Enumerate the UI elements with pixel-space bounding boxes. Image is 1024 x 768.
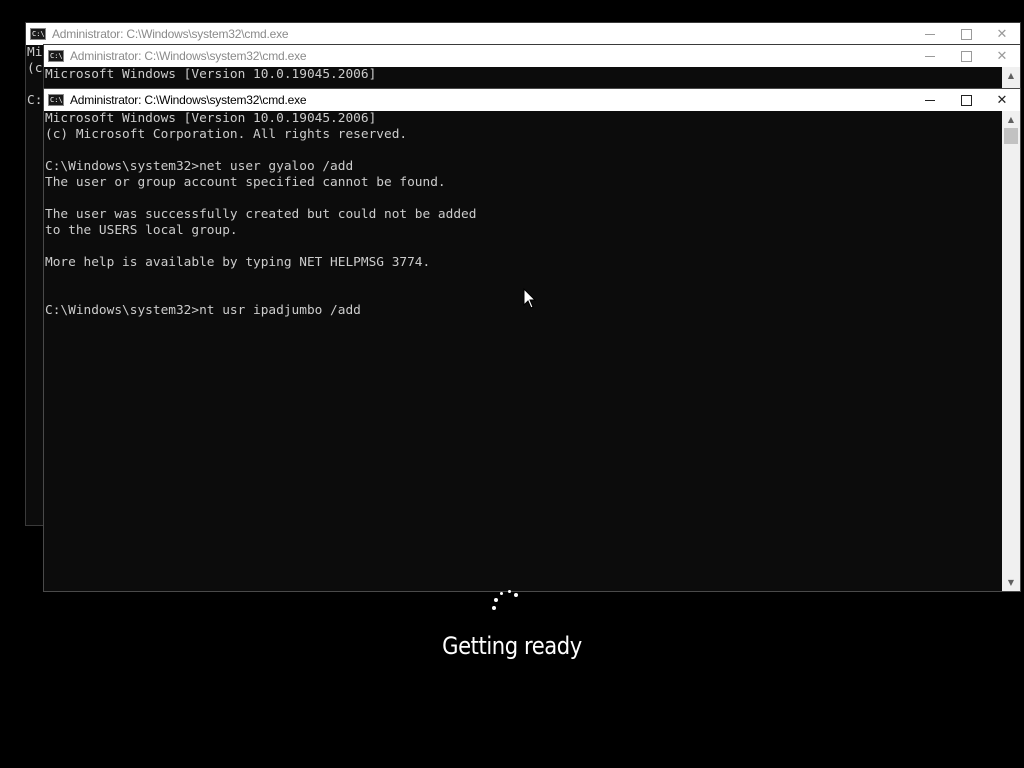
console-line: (c) Microsoft Corporation. All rights re… xyxy=(45,127,408,142)
maximize-button[interactable] xyxy=(948,23,984,45)
title-bar[interactable]: C:\ Administrator: C:\Windows\system32\c… xyxy=(44,89,1020,111)
minimize-icon xyxy=(925,55,935,57)
maximize-icon xyxy=(960,28,972,40)
close-button[interactable]: ✕ xyxy=(984,45,1020,67)
console-output[interactable]: Microsoft Windows [Version 10.0.19045.20… xyxy=(44,67,1002,89)
console-output[interactable]: Microsoft Windows [Version 10.0.19045.20… xyxy=(44,111,1002,591)
close-button[interactable]: ✕ xyxy=(984,89,1020,111)
window-title: Administrator: C:\Windows\system32\cmd.e… xyxy=(52,27,289,41)
cmd-app-icon: C:\ xyxy=(30,28,46,40)
console-line: C:\Windows\system32>net user gyaloo /add xyxy=(45,159,354,174)
vertical-scrollbar[interactable]: ▲ ▼ xyxy=(1002,111,1020,591)
vertical-scrollbar[interactable]: ▲ xyxy=(1002,67,1020,89)
title-bar[interactable]: C:\ Administrator: C:\Windows\system32\c… xyxy=(26,23,1020,45)
cmd-window-front[interactable]: C:\ Administrator: C:\Windows\system32\c… xyxy=(43,88,1021,592)
mouse-pointer-icon xyxy=(523,288,537,309)
title-bar[interactable]: C:\ Administrator: C:\Windows\system32\c… xyxy=(44,45,1020,67)
cmd-app-icon: C:\ xyxy=(48,50,64,62)
close-button[interactable]: ✕ xyxy=(984,23,1020,45)
minimize-button[interactable] xyxy=(912,45,948,67)
minimize-button[interactable] xyxy=(912,23,948,45)
maximize-button[interactable] xyxy=(948,45,984,67)
cmd-window-middle[interactable]: C:\ Administrator: C:\Windows\system32\c… xyxy=(43,44,1021,90)
console-line: The user was successfully created but co… xyxy=(45,207,477,222)
minimize-icon xyxy=(925,99,935,101)
minimize-button[interactable] xyxy=(912,89,948,111)
minimize-icon xyxy=(925,33,935,35)
setup-status-text: Getting ready xyxy=(442,632,582,660)
scroll-thumb[interactable] xyxy=(1004,128,1018,144)
scroll-up-button[interactable]: ▲ xyxy=(1002,111,1020,128)
window-title: Administrator: C:\Windows\system32\cmd.e… xyxy=(70,49,307,63)
scroll-up-button[interactable]: ▲ xyxy=(1002,67,1020,84)
console-line: Microsoft Windows [Version 10.0.19045.20… xyxy=(45,111,377,126)
cmd-app-icon: C:\ xyxy=(48,94,64,106)
close-icon: ✕ xyxy=(996,92,1008,108)
close-icon: ✕ xyxy=(996,26,1008,42)
window-title: Administrator: C:\Windows\system32\cmd.e… xyxy=(70,93,307,107)
console-line: The user or group account specified cann… xyxy=(45,175,446,190)
maximize-button[interactable] xyxy=(948,89,984,111)
scroll-down-button[interactable]: ▼ xyxy=(1002,574,1020,591)
console-line: to the USERS local group. xyxy=(45,223,238,238)
close-icon: ✕ xyxy=(996,48,1008,64)
maximize-icon xyxy=(960,94,972,106)
console-line: More help is available by typing NET HEL… xyxy=(45,255,431,270)
loading-spinner-icon xyxy=(488,586,522,616)
console-text: Microsoft Windows [Version 10.0.19045.20… xyxy=(45,67,377,82)
maximize-icon xyxy=(960,50,972,62)
